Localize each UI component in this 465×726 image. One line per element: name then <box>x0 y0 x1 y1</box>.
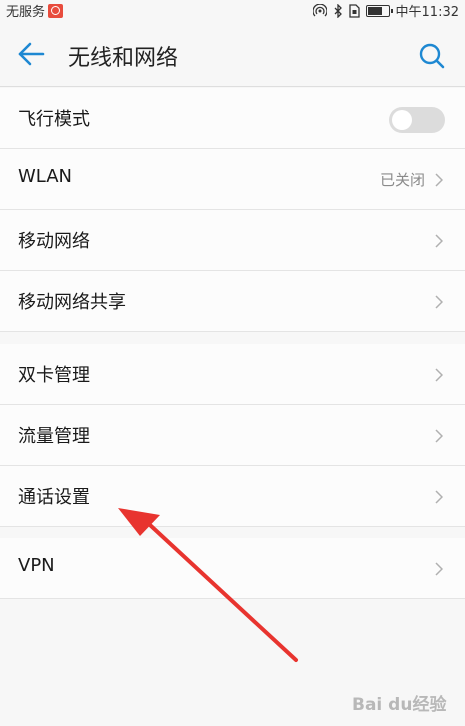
chevron-right-icon <box>435 562 443 576</box>
page-title: 无线和网络 <box>68 46 179 71</box>
hotspot-icon <box>312 3 327 16</box>
watermark-logo: Bai du经验 <box>352 695 447 715</box>
settings-group-vpn: VPN <box>0 538 465 599</box>
sim-icon <box>348 3 360 18</box>
tethering-label: 移动网络共享 <box>18 292 126 313</box>
chevron-right-icon <box>435 234 443 248</box>
clock-text: 中午11:32 <box>395 5 459 20</box>
carrier-text: 无服务 <box>6 5 46 20</box>
status-left: 无服务 <box>6 1 64 20</box>
wlan-row[interactable]: WLAN 已关闭 <box>0 149 465 210</box>
airplane-mode-row[interactable]: 飞行模式 <box>0 88 465 149</box>
airplane-mode-label: 飞行模式 <box>18 109 90 130</box>
chevron-right-icon <box>435 368 443 382</box>
settings-group-sim: 双卡管理 流量管理 通话设置 <box>0 344 465 527</box>
chevron-right-icon <box>435 429 443 443</box>
chevron-right-icon <box>435 295 443 309</box>
status-bar: 无服务 中午11:32 <box>0 0 465 20</box>
tethering-row[interactable]: 移动网络共享 <box>0 271 465 332</box>
vpn-row[interactable]: VPN <box>0 538 465 599</box>
data-usage-label: 流量管理 <box>18 426 90 447</box>
mobile-network-label: 移动网络 <box>18 231 90 252</box>
data-usage-row[interactable]: 流量管理 <box>0 405 465 466</box>
battery-icon <box>365 4 393 17</box>
bluetooth-icon <box>334 3 342 18</box>
search-icon[interactable] <box>418 42 446 70</box>
toggle-knob <box>392 110 412 130</box>
call-settings-row[interactable]: 通话设置 <box>0 466 465 527</box>
status-right: 中午11:32 <box>312 1 459 20</box>
wlan-label: WLAN <box>18 166 73 187</box>
dual-sim-label: 双卡管理 <box>18 365 90 386</box>
airplane-mode-toggle[interactable] <box>389 107 445 133</box>
dual-sim-row[interactable]: 双卡管理 <box>0 344 465 405</box>
top-app-bar: 无线和网络 <box>0 20 465 87</box>
chevron-right-icon <box>435 490 443 504</box>
wlan-status-value: 已关闭 <box>379 171 425 189</box>
mobile-network-row[interactable]: 移动网络 <box>0 210 465 271</box>
back-arrow-icon[interactable] <box>16 41 46 67</box>
notification-badge-icon <box>48 3 64 18</box>
call-settings-label: 通话设置 <box>18 487 90 508</box>
vpn-label: VPN <box>18 555 55 576</box>
settings-group-network: 飞行模式 WLAN 已关闭 移动网络 移动网络共享 <box>0 88 465 332</box>
chevron-right-icon <box>435 173 443 187</box>
